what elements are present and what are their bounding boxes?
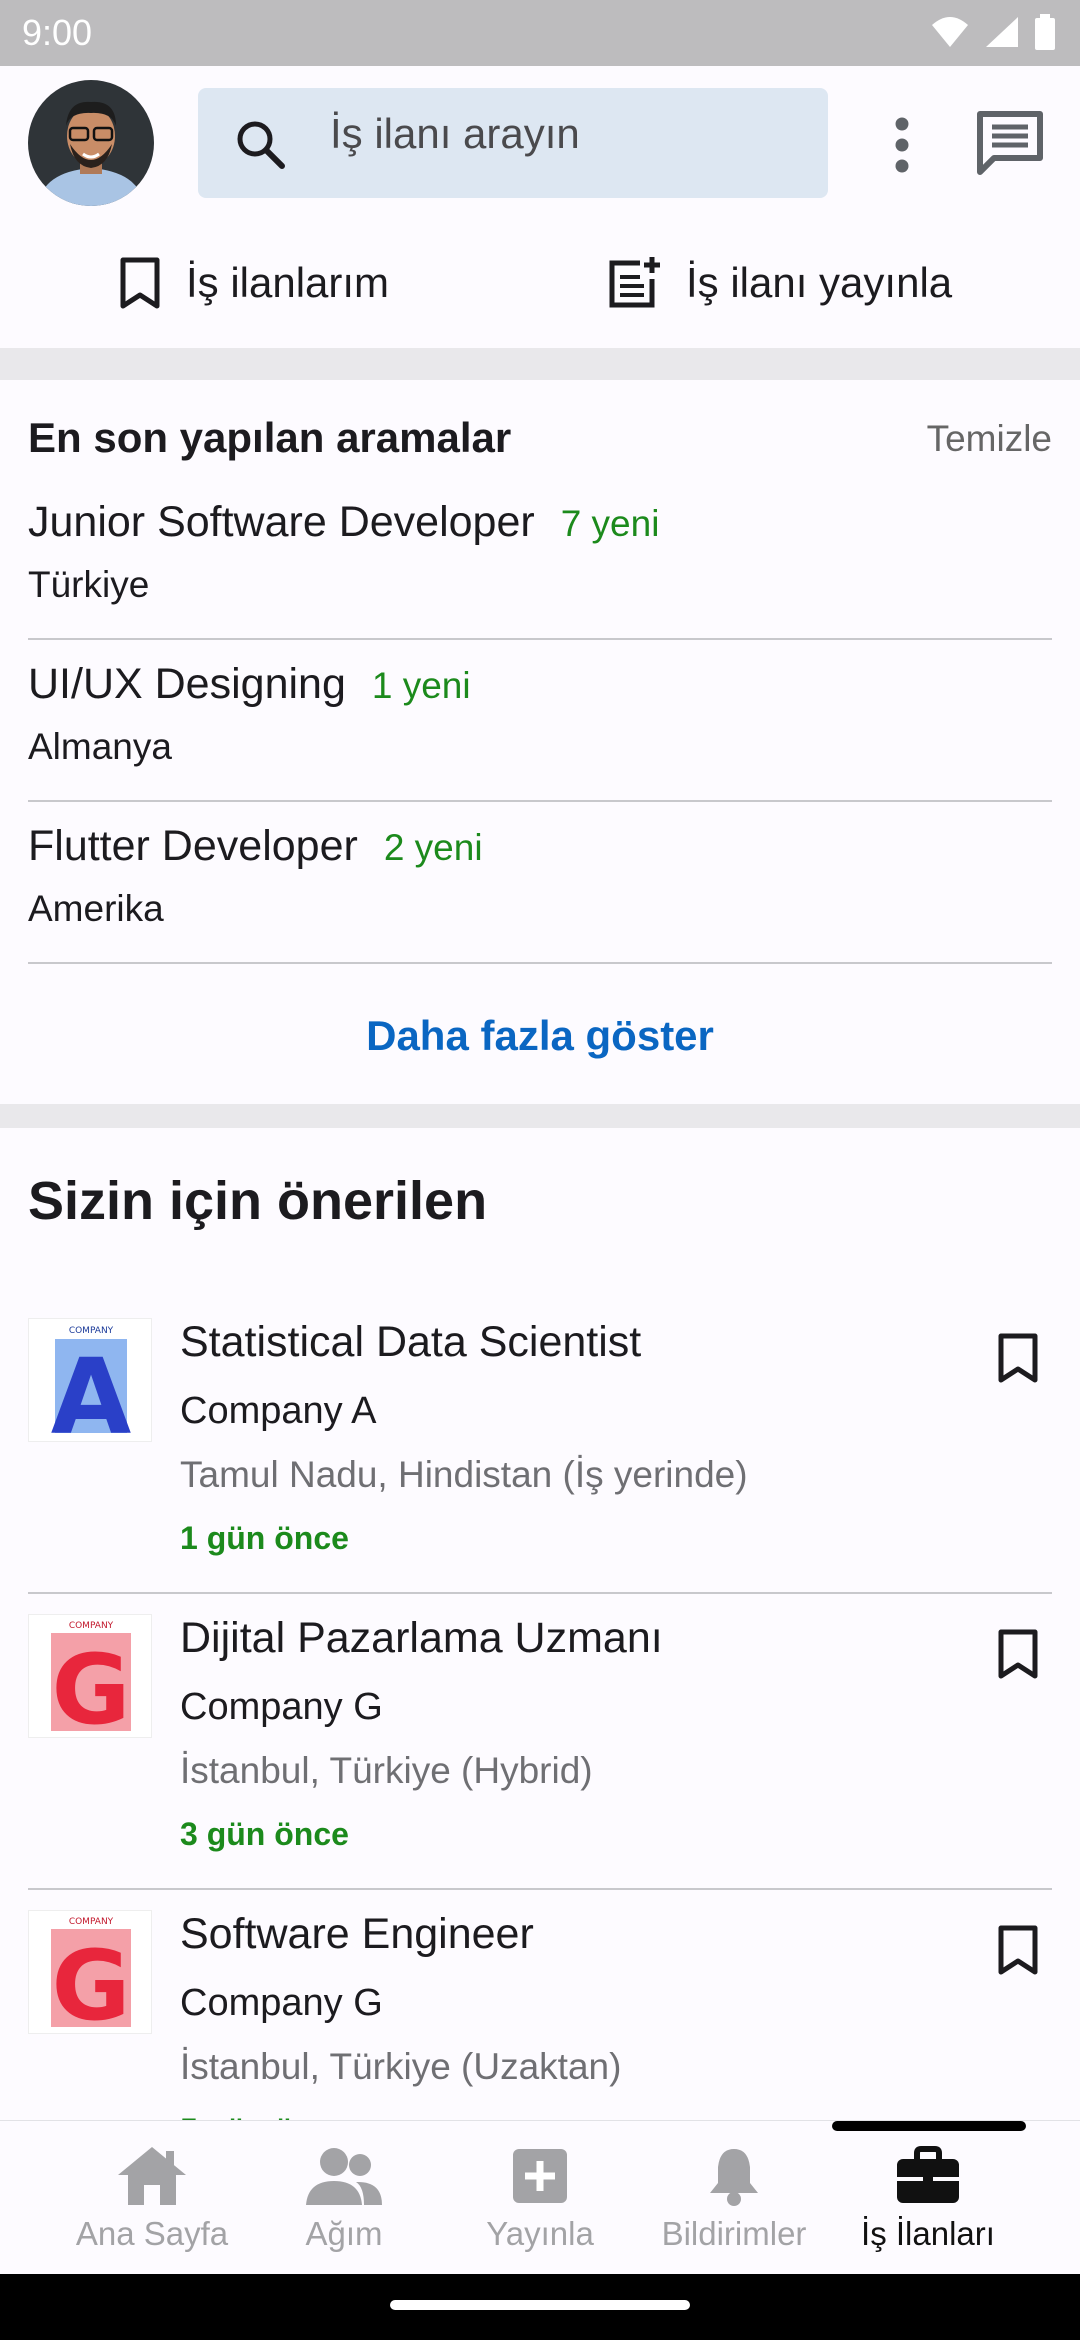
recent-search-title-row: UI/UX Designing 1 yeni <box>28 660 471 709</box>
recent-search-title-row: Flutter Developer 2 yeni <box>28 822 483 871</box>
recent-search-location: Amerika <box>28 888 164 929</box>
logo-letter: A <box>51 1336 132 1443</box>
nav-home[interactable]: Ana Sayfa <box>54 2121 250 2275</box>
nav-label: Yayınla <box>486 2215 594 2252</box>
recent-search-item[interactable]: UI/UX Designing 1 yeni Almanya <box>28 640 1052 802</box>
job-actions-bar: İş ilanlarım İş ilanı yayınla <box>0 218 1080 348</box>
signal-icon <box>986 17 1018 47</box>
recent-title: En son yapılan aramalar <box>28 414 512 461</box>
company-logo: COMPANY G <box>28 1614 152 1746</box>
job-title: Dijital Pazarlama Uzmanı <box>180 1614 663 1662</box>
status-icons <box>930 14 1056 50</box>
job-card[interactable]: COMPANY A Statistical Data Scientist Com… <box>28 1298 1052 1594</box>
clear-button[interactable]: Temizle <box>927 418 1052 460</box>
job-posted-time: 5 gün önce <box>180 2112 349 2120</box>
job-title: Software Engineer <box>180 1910 534 1958</box>
job-card[interactable]: COMPANY G Software Engineer Company G İs… <box>28 1890 1052 2120</box>
logo-letter: G <box>52 1634 131 1739</box>
post-job-label: İş ilanı yayınla <box>686 259 953 306</box>
job-company: Company A <box>180 1390 377 1432</box>
job-company: Company G <box>180 1982 383 2024</box>
bell-icon <box>710 2149 758 2206</box>
job-posted-time: 3 gün önce <box>180 1816 349 1852</box>
bookmark-icon[interactable] <box>996 1628 1040 1680</box>
section-divider <box>0 348 1080 380</box>
suggested-jobs: Sizin için önerilen COMPANY A Statistica… <box>0 1128 1080 2120</box>
status-bar: 9:00 <box>0 0 1080 66</box>
logo-letter: G <box>52 1930 131 2035</box>
post-job-button[interactable]: İş ilanı yayınla <box>606 218 952 348</box>
recent-search-location: Almanya <box>28 726 172 767</box>
bookmark-icon[interactable] <box>996 1332 1040 1384</box>
recent-searches: En son yapılan aramalar Temizle Junior S… <box>0 380 1080 1104</box>
new-count: 7 yeni <box>560 503 660 544</box>
company-logo: COMPANY A <box>28 1318 152 1458</box>
job-card[interactable]: COMPANY G Dijital Pazarlama Uzmanı Compa… <box>28 1594 1052 1890</box>
recent-search-title: UI/UX Designing <box>28 660 346 708</box>
nav-label: Bildirimler <box>661 2215 807 2252</box>
job-location: İstanbul, Türkiye (Hybrid) <box>180 1750 593 1791</box>
battery-icon <box>1035 14 1055 50</box>
logo-caption: COMPANY <box>69 1917 114 1927</box>
home-icon <box>118 2147 186 2205</box>
new-count: 1 yeni <box>371 665 471 706</box>
my-jobs-button[interactable]: İş ilanlarım <box>118 218 389 348</box>
logo-caption: COMPANY <box>69 1621 114 1631</box>
recent-search-title-row: Junior Software Developer 7 yeni <box>28 498 659 547</box>
company-logo: COMPANY G <box>28 1910 152 2042</box>
recent-search-item[interactable]: Flutter Developer 2 yeni Amerika <box>28 802 1052 964</box>
recent-search-title: Junior Software Developer <box>28 498 535 546</box>
bookmark-icon <box>120 257 160 309</box>
company-g-logo-icon: COMPANY G <box>51 1621 131 1746</box>
nav-label: Ağım <box>305 2215 383 2252</box>
search-placeholder: İş ilanı arayın <box>330 110 580 157</box>
bottom-nav: Ana Sayfa Ağım Yayınla Bildirimler İş İl… <box>0 2120 1080 2274</box>
recent-search-title: Flutter Developer <box>28 822 358 870</box>
nav-jobs[interactable]: İş İlanları <box>830 2121 1026 2275</box>
home-gesture-handle[interactable] <box>390 2300 690 2310</box>
recent-search-location: Türkiye <box>28 564 150 605</box>
my-jobs-label: İş ilanlarım <box>186 259 390 306</box>
new-count: 2 yeni <box>383 827 483 868</box>
message-icon[interactable] <box>976 110 1044 176</box>
company-a-logo-icon: COMPANY A <box>51 1326 132 1458</box>
nav-label: İş İlanları <box>861 2215 995 2252</box>
network-icon <box>306 2148 382 2205</box>
search-input[interactable]: İş ilanı arayın <box>198 88 828 198</box>
nav-notifications[interactable]: Bildirimler <box>636 2121 832 2275</box>
company-g-logo-icon: COMPANY G <box>51 1917 131 2042</box>
suggested-title: Sizin için önerilen <box>28 1171 488 1231</box>
wifi-icon <box>932 17 968 47</box>
search-icon <box>237 121 285 169</box>
section-divider <box>0 1104 1080 1128</box>
logo-caption: COMPANY <box>69 1326 114 1336</box>
status-time: 9:00 <box>22 12 93 53</box>
profile-photo-icon <box>28 80 154 206</box>
top-bar: İş ilanı arayın <box>0 66 1080 218</box>
gesture-bar <box>0 2274 1080 2340</box>
nav-network[interactable]: Ağım <box>246 2121 442 2275</box>
recent-search-item[interactable]: Junior Software Developer 7 yeni Türkiye <box>28 478 1052 640</box>
job-location: Tamul Nadu, Hindistan (İş yerinde) <box>180 1454 748 1495</box>
post-icon <box>513 2149 567 2203</box>
nav-post[interactable]: Yayınla <box>442 2121 638 2275</box>
bookmark-icon[interactable] <box>996 1924 1040 1976</box>
briefcase-icon <box>897 2146 959 2203</box>
job-location: İstanbul, Türkiye (Uzaktan) <box>180 2046 622 2087</box>
show-more-button[interactable]: Daha fazla göster <box>0 1012 1080 1060</box>
nav-label: Ana Sayfa <box>75 2215 229 2252</box>
job-title: Statistical Data Scientist <box>180 1318 642 1366</box>
job-company: Company G <box>180 1686 383 1728</box>
more-vert-icon[interactable] <box>892 116 912 174</box>
post-add-icon <box>609 257 660 308</box>
avatar[interactable] <box>28 80 154 206</box>
job-posted-time: 1 gün önce <box>180 1520 349 1556</box>
